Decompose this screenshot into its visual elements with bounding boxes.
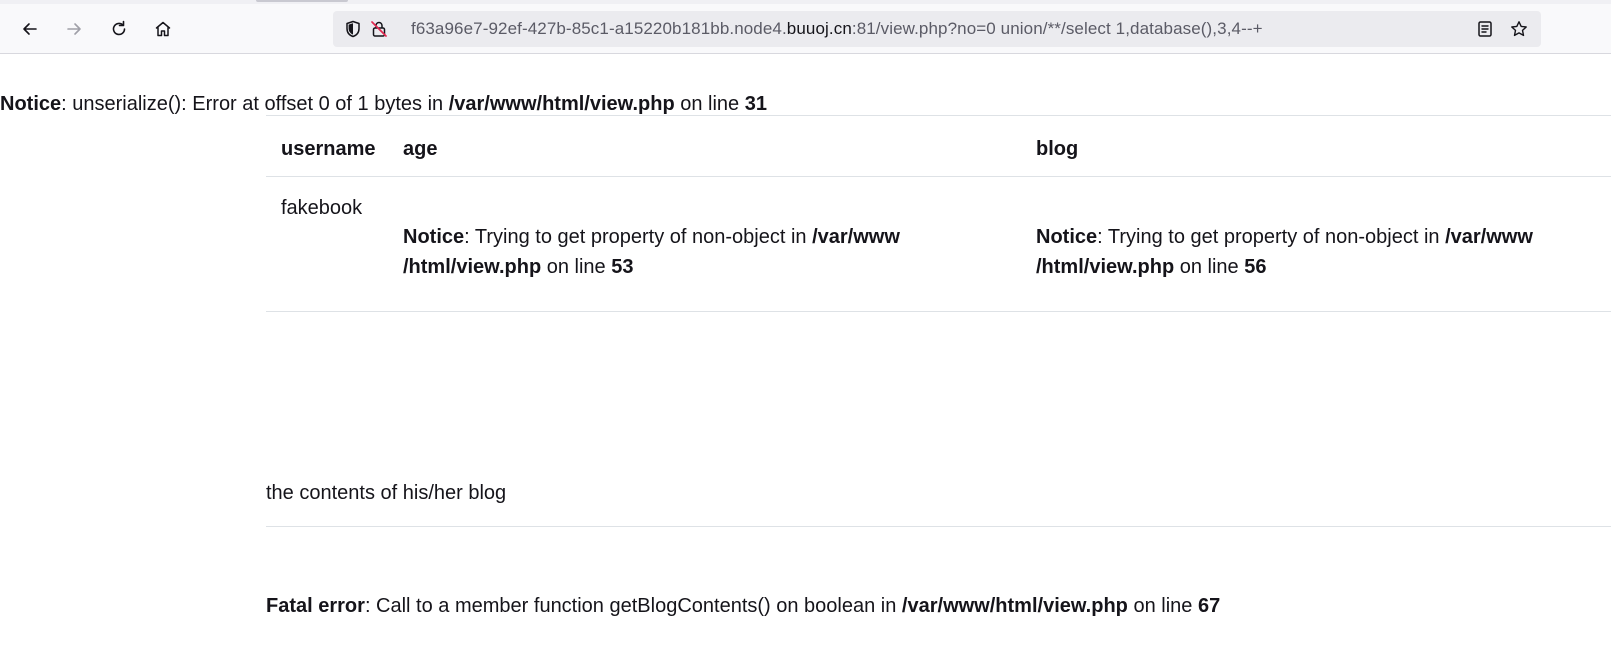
blog-notice: Notice: Trying to get property of non-ob… (1036, 222, 1576, 282)
fatal-text: : Call to a member function getBlogConte… (364, 595, 902, 617)
notice-path-1: /var/www (1445, 226, 1533, 248)
notice-label: Notice (0, 93, 62, 115)
notice-path-1: /var/www (812, 226, 900, 248)
fatal-line: 67 (1197, 595, 1221, 617)
notice-path-2: /html/view.php (403, 256, 542, 278)
notice-label: Notice (1036, 226, 1098, 248)
header-age: age (403, 138, 438, 160)
url-prefix: f63a96e7-92ef-427b-85c1-a15220b181bb.nod… (411, 19, 787, 38)
reader-view-icon[interactable] (1475, 19, 1495, 39)
table-top-border (266, 115, 1611, 116)
home-button[interactable] (148, 14, 178, 44)
header-divider (266, 176, 1611, 177)
active-tab-indicator[interactable] (256, 0, 348, 2)
arrow-left-icon (23, 23, 37, 35)
arrow-right-icon (67, 23, 81, 35)
blog-contents-label: the contents of his/her blog (266, 482, 507, 504)
page-content: Notice: unserialize(): Error at offset 0… (0, 55, 1611, 648)
notice-path-2: /html/view.php (1036, 256, 1175, 278)
url-host: buuoj.cn (786, 19, 852, 38)
age-notice: Notice: Trying to get property of non-ob… (403, 222, 943, 282)
notice-path: /var/www/html/view.php (448, 93, 675, 115)
notice-text: : Trying to get property of non-object i… (1097, 226, 1446, 248)
notice-on-line: on line (1174, 256, 1245, 278)
cell-username: fakebook (281, 197, 363, 219)
fatal-path: /var/www/html/view.php (901, 595, 1128, 617)
notice-line: 53 (611, 256, 634, 278)
notice-line: 31 (744, 93, 767, 115)
notice-line: 56 (1244, 256, 1267, 278)
home-icon (155, 21, 171, 37)
bookmark-star-icon[interactable] (1509, 19, 1529, 39)
reload-button[interactable] (104, 14, 134, 44)
notice-text: : Trying to get property of non-object i… (464, 226, 813, 248)
notice-on-line: on line (674, 93, 745, 115)
insecure-lock-icon[interactable] (369, 19, 389, 39)
url-suffix: :81/view.php?no=0 union/**/select 1,data… (851, 19, 1263, 38)
notice-text: : unserialize(): Error at offset 0 of 1 … (61, 93, 449, 115)
fatal-on-line: on line (1127, 595, 1198, 617)
row-divider (266, 311, 1611, 312)
reload-icon (112, 20, 126, 36)
header-username: username (281, 138, 376, 160)
address-bar[interactable]: f63a96e7-92ef-427b-85c1-a15220b181bb.nod… (333, 11, 1541, 47)
browser-toolbar: f63a96e7-92ef-427b-85c1-a15220b181bb.nod… (0, 4, 1611, 54)
back-button[interactable] (15, 14, 45, 44)
notice-on-line: on line (541, 256, 612, 278)
header-blog: blog (1036, 138, 1079, 160)
fatal-error: Fatal error: Call to a member function g… (266, 591, 1220, 621)
blog-divider (266, 526, 1611, 527)
notice-label: Notice (403, 226, 465, 248)
fatal-label: Fatal error (266, 595, 365, 617)
forward-button[interactable] (59, 14, 89, 44)
shield-icon[interactable] (343, 19, 363, 39)
url-text[interactable]: f63a96e7-92ef-427b-85c1-a15220b181bb.nod… (411, 11, 1263, 47)
